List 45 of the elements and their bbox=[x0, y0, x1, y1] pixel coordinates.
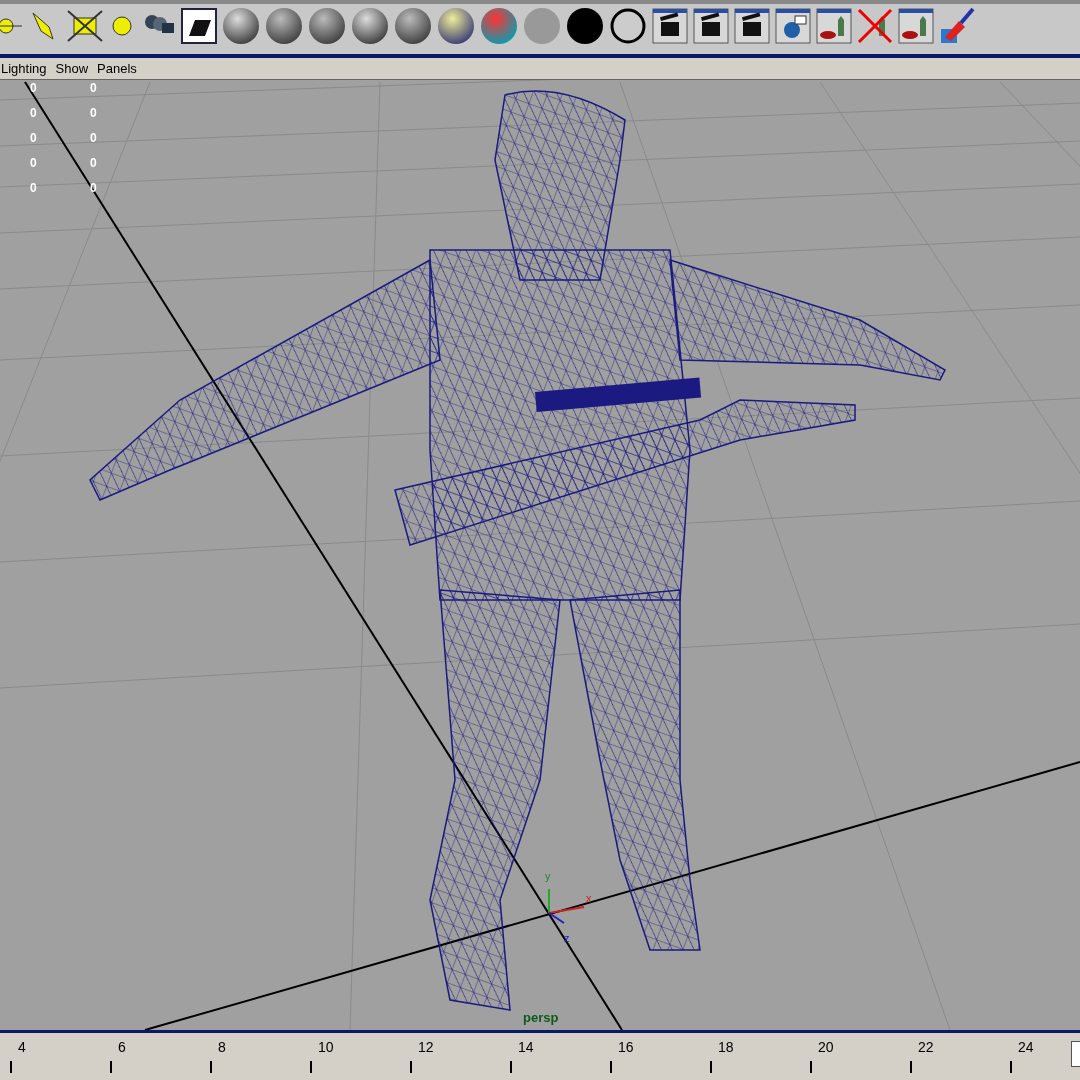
menu-item[interactable]: Lighting bbox=[1, 58, 47, 79]
menu-item[interactable]: Panels bbox=[97, 58, 137, 79]
camera-label: persp bbox=[523, 1009, 559, 1027]
frame-number: 18 bbox=[718, 1039, 734, 1055]
window-icon[interactable] bbox=[734, 8, 770, 44]
frame-number: 16 bbox=[618, 1039, 634, 1055]
frame-number: 4 bbox=[18, 1039, 26, 1055]
frame-number: 14 bbox=[518, 1039, 534, 1055]
window-icon[interactable] bbox=[693, 8, 729, 44]
frame-number: 8 bbox=[218, 1039, 226, 1055]
shaded-sphere-icon[interactable] bbox=[394, 7, 432, 45]
menu-item[interactable]: Show bbox=[55, 58, 89, 79]
hud-value: 0 bbox=[30, 132, 38, 144]
circle-icon[interactable] bbox=[566, 7, 604, 45]
hud-value: 0 bbox=[30, 107, 38, 119]
axis-label: z bbox=[564, 931, 570, 946]
hud-value: 0 bbox=[30, 82, 38, 94]
window-icon[interactable] bbox=[652, 8, 688, 44]
hud-value: 0 bbox=[30, 157, 38, 169]
shaded-sphere-icon[interactable] bbox=[351, 7, 389, 45]
hud-value: 0 bbox=[90, 132, 98, 144]
shaded-sphere-icon[interactable] bbox=[480, 7, 518, 45]
frame-number: 20 bbox=[818, 1039, 834, 1055]
shaded-sphere-icon[interactable] bbox=[222, 7, 260, 45]
axis-label: x bbox=[586, 891, 592, 906]
shaded-sphere-icon[interactable] bbox=[308, 7, 346, 45]
frame-number: 6 bbox=[118, 1039, 126, 1055]
hud-value: 0 bbox=[90, 157, 98, 169]
ring-icon[interactable] bbox=[609, 7, 647, 45]
frame-number: 24 bbox=[1018, 1039, 1034, 1055]
paintbrush-icon[interactable] bbox=[939, 7, 975, 45]
window-icon[interactable] bbox=[181, 8, 217, 44]
crossed-out-icon[interactable] bbox=[857, 8, 893, 44]
hud-value: 0 bbox=[90, 82, 98, 94]
frame-number: 10 bbox=[318, 1039, 334, 1055]
shaded-sphere-icon[interactable] bbox=[265, 7, 303, 45]
area-light-icon[interactable] bbox=[66, 9, 104, 43]
frame-number: 12 bbox=[418, 1039, 434, 1055]
hud-value: 0 bbox=[30, 182, 38, 194]
window-icon[interactable] bbox=[775, 8, 811, 44]
shaded-sphere-icon[interactable] bbox=[437, 7, 475, 45]
frame-number: 22 bbox=[918, 1039, 934, 1055]
point-light-icon[interactable] bbox=[109, 13, 135, 39]
axis-label: y bbox=[545, 869, 551, 884]
hud-value: 0 bbox=[90, 107, 98, 119]
